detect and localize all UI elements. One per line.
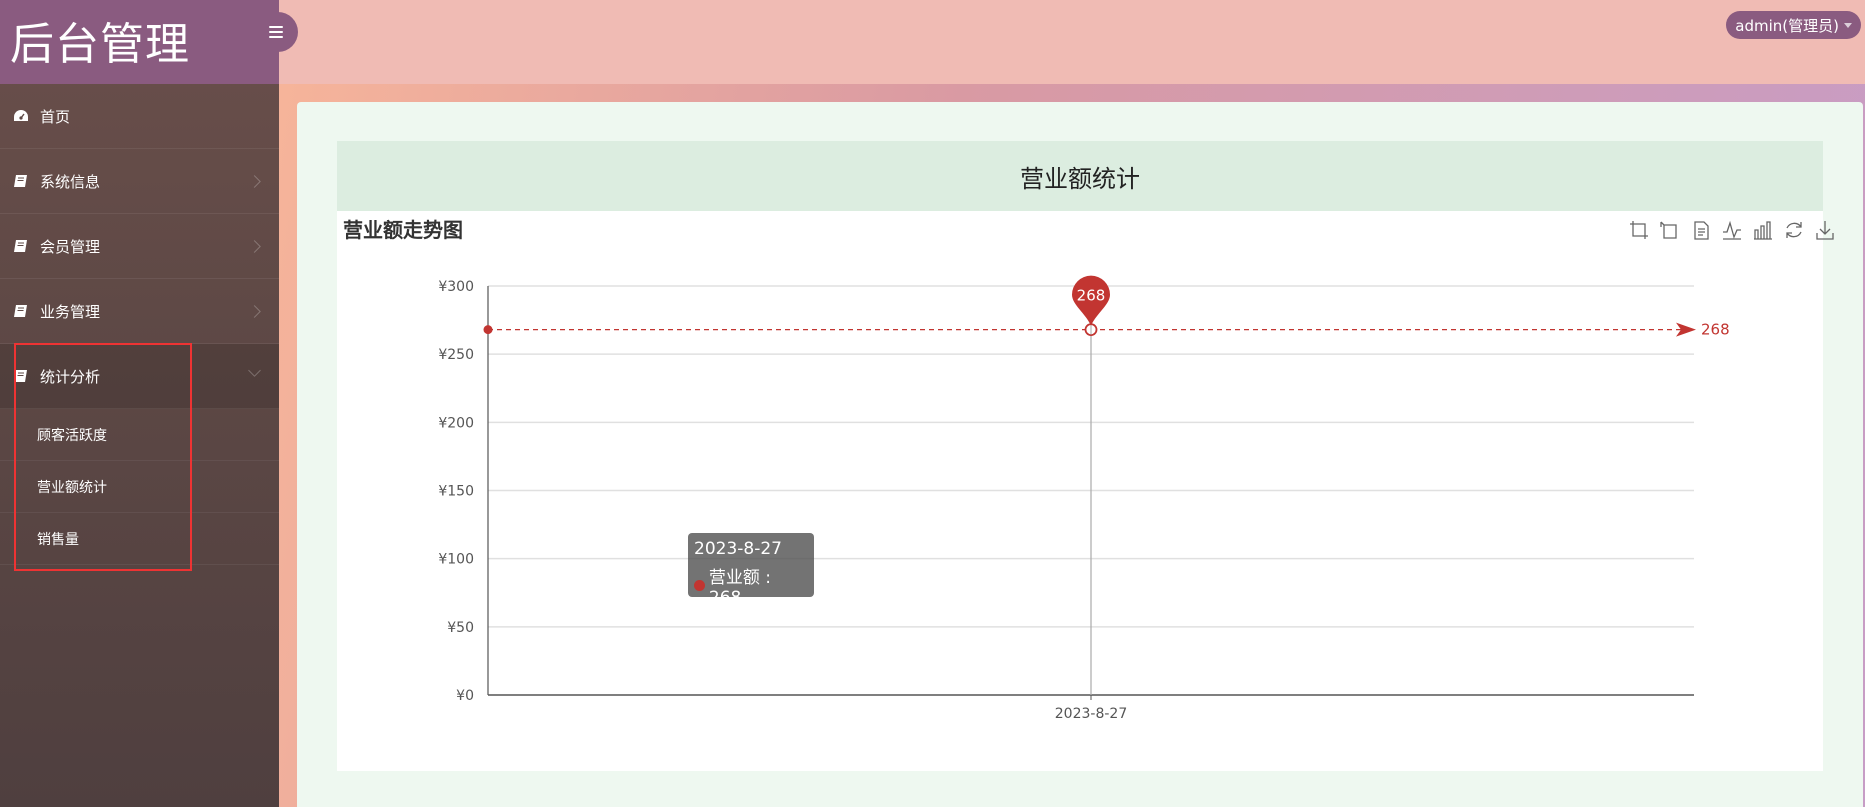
- y-tick-label: ¥300: [438, 279, 474, 295]
- chart-tooltip: 2023-8-27 营业额 : 268: [688, 533, 814, 608]
- menu-icon: [269, 26, 283, 38]
- tooltip-series-value: 营业额 : 268: [708, 568, 772, 608]
- y-tick-label: ¥0: [456, 688, 474, 704]
- y-tick-label: ¥150: [438, 484, 474, 500]
- chart-svg: ¥0 ¥50 ¥100 ¥150 ¥200 ¥250 ¥300 2023-8-27 268 268: [438, 275, 1730, 722]
- y-tick-label: ¥50: [447, 620, 474, 636]
- mark-line-label: 268: [1701, 321, 1730, 339]
- y-tick-label: ¥250: [438, 347, 474, 363]
- mark-line-start-dot: [483, 325, 493, 335]
- series-marker-dot: [694, 580, 705, 591]
- y-tick-label: ¥200: [438, 415, 474, 431]
- tooltip-date: 2023-8-27: [694, 539, 782, 559]
- mark-point-label: 268: [1077, 287, 1106, 305]
- y-tick-label: ¥100: [438, 552, 474, 568]
- x-tick-label: 2023-8-27: [1055, 706, 1127, 722]
